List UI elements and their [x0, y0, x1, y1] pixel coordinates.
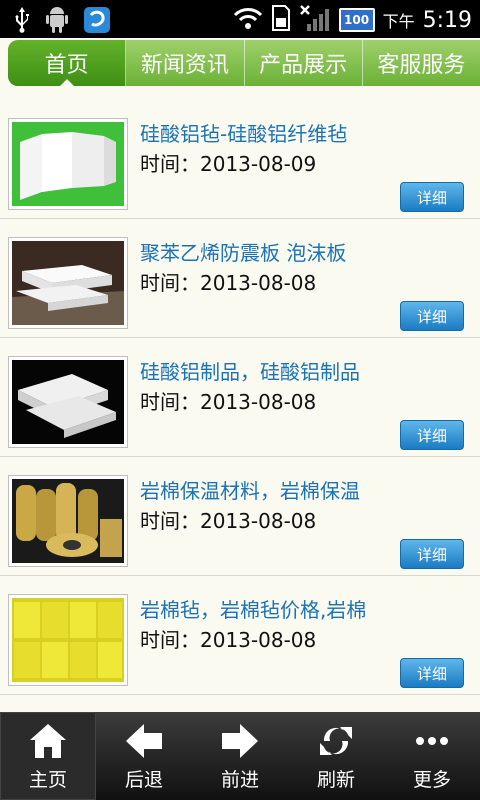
- list-item[interactable]: 硅酸铝制品，硅酸铝制品 时间：2013-08-08 详细: [0, 338, 480, 457]
- item-time: 时间：2013-08-08: [140, 390, 317, 414]
- more-label: 更多: [412, 768, 451, 791]
- item-time: 时间：2013-08-08: [140, 271, 317, 295]
- back-label: 后退: [124, 768, 163, 791]
- sd-card-icon: [271, 4, 291, 36]
- product-list: 硅酸铝毡-硅酸铝纤维毡 时间：2013-08-09 详细 聚苯乙烯防震板 泡沫板…: [0, 100, 480, 695]
- status-time: 5:19: [422, 7, 472, 33]
- item-title[interactable]: 岩棉保温材料，岩棉保温: [140, 475, 360, 504]
- item-title[interactable]: 岩棉毡，岩棉毡价格,岩棉: [140, 594, 366, 623]
- status-left-icons: [14, 6, 110, 38]
- product-thumbnail[interactable]: [8, 118, 128, 210]
- status-bar: 100 下午 5:19: [0, 0, 480, 38]
- item-title[interactable]: 聚苯乙烯防震板 泡沫板: [140, 237, 346, 266]
- list-item[interactable]: 硅酸铝毡-硅酸铝纤维毡 时间：2013-08-09 详细: [0, 100, 480, 219]
- refresh-icon: [316, 721, 356, 761]
- wifi-icon: [233, 6, 263, 34]
- product-thumbnail[interactable]: [8, 356, 128, 448]
- more-icon: [412, 721, 452, 761]
- forward-arrow-icon: [220, 721, 260, 761]
- home-icon: [28, 721, 68, 761]
- tab-customer-service[interactable]: 客服服务: [363, 40, 480, 86]
- back-arrow-icon: [124, 721, 164, 761]
- forward-button[interactable]: 前进: [192, 712, 288, 800]
- item-time: 时间：2013-08-09: [140, 152, 317, 176]
- detail-button[interactable]: 详细: [400, 658, 464, 688]
- usb-icon: [14, 7, 30, 37]
- tab-news[interactable]: 新闻资讯: [126, 40, 245, 86]
- product-thumbnail[interactable]: [8, 475, 128, 567]
- product-thumbnail[interactable]: [8, 594, 128, 686]
- refresh-button[interactable]: 刷新: [288, 712, 384, 800]
- back-button[interactable]: 后退: [96, 712, 192, 800]
- forward-label: 前进: [220, 768, 259, 791]
- bottom-nav-bar: 主页 后退 前进 刷新 更多: [0, 712, 480, 800]
- item-title[interactable]: 硅酸铝毡-硅酸铝纤维毡: [140, 118, 347, 147]
- tab-products[interactable]: 产品展示: [245, 40, 363, 86]
- app-icon: [84, 7, 110, 37]
- battery-icon: 100: [338, 8, 375, 32]
- home-button[interactable]: 主页: [0, 712, 96, 800]
- detail-button[interactable]: 详细: [400, 301, 464, 331]
- detail-button[interactable]: 详细: [400, 539, 464, 569]
- product-thumbnail[interactable]: [8, 237, 128, 329]
- list-item[interactable]: 岩棉保温材料，岩棉保温 时间：2013-08-08 详细: [0, 457, 480, 576]
- status-ampm: 下午: [382, 12, 415, 31]
- item-title[interactable]: 硅酸铝制品，硅酸铝制品: [140, 356, 360, 385]
- more-button[interactable]: 更多: [384, 712, 480, 800]
- item-time: 时间：2013-08-08: [140, 509, 317, 533]
- refresh-label: 刷新: [316, 768, 355, 791]
- signal-icon: [299, 4, 331, 36]
- status-right-icons: 100 下午 5:19: [233, 4, 472, 36]
- detail-button[interactable]: 详细: [400, 420, 464, 450]
- item-time: 时间：2013-08-08: [140, 628, 317, 652]
- top-tab-bar: 首页 新闻资讯 产品展示 客服服务: [8, 40, 480, 86]
- detail-button[interactable]: 详细: [400, 182, 464, 212]
- tab-home[interactable]: 首页: [8, 40, 127, 86]
- list-item[interactable]: 岩棉毡，岩棉毡价格,岩棉 时间：2013-08-08 详细: [0, 576, 480, 695]
- android-icon: [44, 6, 70, 38]
- home-label: 主页: [28, 768, 67, 791]
- list-item[interactable]: 聚苯乙烯防震板 泡沫板 时间：2013-08-08 详细: [0, 219, 480, 338]
